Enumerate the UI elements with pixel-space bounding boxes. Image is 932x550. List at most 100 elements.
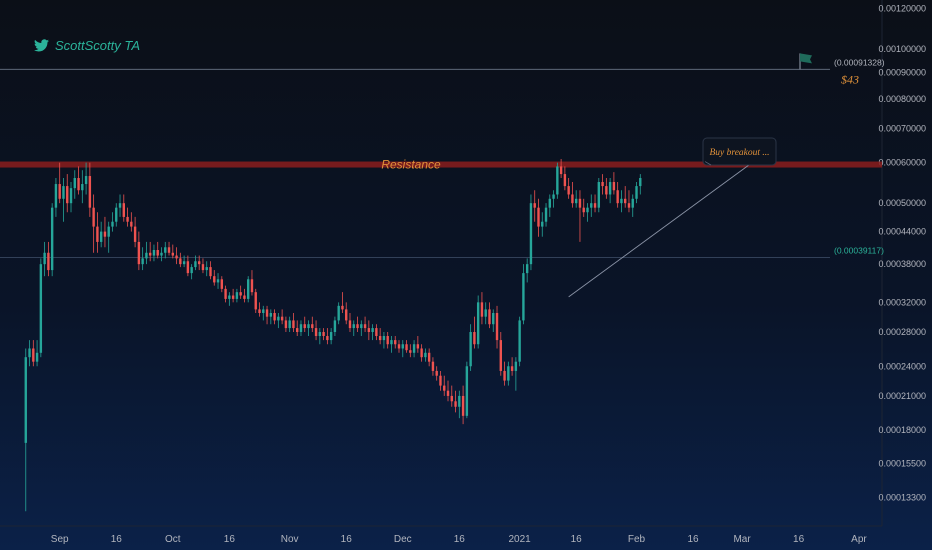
candle-body-up[interactable] bbox=[541, 221, 544, 227]
candle-body-up[interactable] bbox=[288, 320, 291, 329]
candle-body-down[interactable] bbox=[58, 184, 61, 199]
candle-body-down[interactable] bbox=[341, 305, 344, 310]
candle-body-down[interactable] bbox=[450, 395, 453, 402]
candle-body-down[interactable] bbox=[224, 288, 227, 299]
candle-body-up[interactable] bbox=[152, 250, 156, 256]
candle-body-up[interactable] bbox=[586, 207, 589, 213]
candle-body-down[interactable] bbox=[601, 182, 604, 187]
candle-body-down[interactable] bbox=[284, 320, 288, 329]
candle-body-down[interactable] bbox=[416, 344, 420, 349]
candle-body-up[interactable] bbox=[492, 313, 495, 325]
candle-body-up[interactable] bbox=[115, 207, 118, 222]
candle-body-down[interactable] bbox=[280, 316, 284, 321]
candle-body-up[interactable] bbox=[390, 340, 393, 345]
candle-body-down[interactable] bbox=[77, 178, 80, 191]
candle-body-down[interactable] bbox=[231, 295, 235, 299]
candle-body-up[interactable] bbox=[39, 264, 43, 353]
candle-body-up[interactable] bbox=[318, 332, 322, 337]
candle-body-down[interactable] bbox=[563, 174, 567, 187]
candle-body-up[interactable] bbox=[544, 207, 548, 222]
candle-body-up[interactable] bbox=[337, 305, 340, 321]
candle-body-up[interactable] bbox=[164, 247, 167, 253]
candle-body-up[interactable] bbox=[529, 203, 533, 265]
ascending-trendline[interactable] bbox=[568, 164, 750, 298]
candle-body-down[interactable] bbox=[397, 344, 401, 349]
candle-body-down[interactable] bbox=[156, 250, 159, 256]
candle-body-up[interactable] bbox=[235, 292, 239, 299]
candle-body-up[interactable] bbox=[476, 302, 480, 345]
candle-body-down[interactable] bbox=[559, 166, 563, 175]
candle-body-down[interactable] bbox=[593, 203, 597, 208]
candle-body-down[interactable] bbox=[133, 226, 137, 242]
candle-body-down[interactable] bbox=[296, 328, 299, 333]
candle-body-up[interactable] bbox=[54, 184, 58, 208]
candle-body-up[interactable] bbox=[352, 324, 355, 329]
candle-body-down[interactable] bbox=[167, 247, 171, 253]
candle-body-down[interactable] bbox=[148, 252, 152, 256]
candle-body-up[interactable] bbox=[635, 186, 638, 199]
candle-body-down[interactable] bbox=[394, 340, 397, 345]
candle-body-down[interactable] bbox=[473, 332, 476, 345]
candle-body-down[interactable] bbox=[265, 309, 269, 317]
candle-body-up[interactable] bbox=[81, 184, 84, 191]
candle-body-down[interactable] bbox=[345, 309, 348, 321]
candle-body-up[interactable] bbox=[28, 348, 31, 358]
candle-body-down[interactable] bbox=[311, 324, 314, 329]
candle-body-down[interactable] bbox=[567, 186, 570, 195]
candle-body-down[interactable] bbox=[439, 375, 442, 386]
candle-body-up[interactable] bbox=[43, 252, 46, 265]
candle-body-up[interactable] bbox=[182, 261, 186, 265]
candle-body-up[interactable] bbox=[484, 309, 487, 317]
candle-body-down[interactable] bbox=[197, 261, 201, 265]
candle-body-down[interactable] bbox=[239, 292, 242, 296]
candle-body-up[interactable] bbox=[24, 357, 27, 443]
candle-body-down[interactable] bbox=[47, 252, 50, 271]
candle-body-up[interactable] bbox=[84, 176, 88, 185]
candle-body-down[interactable] bbox=[461, 395, 465, 416]
candle-body-down[interactable] bbox=[378, 336, 382, 341]
candle-body-down[interactable] bbox=[616, 190, 619, 204]
candle-body-up[interactable] bbox=[401, 344, 404, 349]
candle-body-up[interactable] bbox=[269, 313, 273, 317]
candle-body-down[interactable] bbox=[612, 182, 616, 191]
candle-body-up[interactable] bbox=[194, 261, 197, 268]
candle-body-down[interactable] bbox=[503, 370, 506, 381]
candle-body-up[interactable] bbox=[247, 279, 250, 299]
candle-body-up[interactable] bbox=[329, 332, 333, 341]
candle-body-down[interactable] bbox=[367, 328, 371, 333]
candle-body-down[interactable] bbox=[201, 264, 205, 271]
candle-body-down[interactable] bbox=[571, 194, 574, 204]
candle-body-down[interactable] bbox=[130, 221, 133, 227]
candle-body-down[interactable] bbox=[495, 313, 499, 341]
candle-body-down[interactable] bbox=[171, 252, 174, 256]
candle-body-up[interactable] bbox=[590, 203, 593, 208]
candle-body-down[interactable] bbox=[446, 390, 450, 396]
candle-body-down[interactable] bbox=[220, 279, 224, 289]
candle-body-down[interactable] bbox=[537, 207, 540, 227]
candle-body-down[interactable] bbox=[32, 348, 35, 362]
candle-body-down[interactable] bbox=[454, 401, 457, 407]
candle-body-down[interactable] bbox=[213, 276, 216, 283]
candle-body-down[interactable] bbox=[375, 328, 378, 337]
candle-body-down[interactable] bbox=[322, 332, 325, 337]
candle-body-down[interactable] bbox=[624, 198, 627, 204]
candle-body-up[interactable] bbox=[111, 221, 114, 227]
candle-body-down[interactable] bbox=[510, 366, 514, 371]
candle-body-up[interactable] bbox=[525, 264, 529, 274]
candle-body-up[interactable] bbox=[299, 324, 303, 333]
candle-body-up[interactable] bbox=[360, 324, 363, 329]
candle-body-down[interactable] bbox=[96, 226, 99, 242]
candle-body-up[interactable] bbox=[228, 295, 231, 299]
candle-body-up[interactable] bbox=[371, 328, 374, 333]
candle-body-up[interactable] bbox=[631, 198, 634, 208]
candle-body-up[interactable] bbox=[69, 188, 73, 204]
candle-body-up[interactable] bbox=[556, 166, 559, 195]
candle-body-down[interactable] bbox=[175, 255, 178, 259]
candle-body-up[interactable] bbox=[514, 361, 518, 371]
candle-body-down[interactable] bbox=[122, 203, 125, 217]
candle-body-down[interactable] bbox=[443, 385, 446, 391]
candle-body-up[interactable] bbox=[552, 194, 555, 199]
candle-body-up[interactable] bbox=[145, 252, 148, 259]
candle-body-up[interactable] bbox=[465, 366, 469, 416]
candle-body-up[interactable] bbox=[469, 332, 472, 367]
